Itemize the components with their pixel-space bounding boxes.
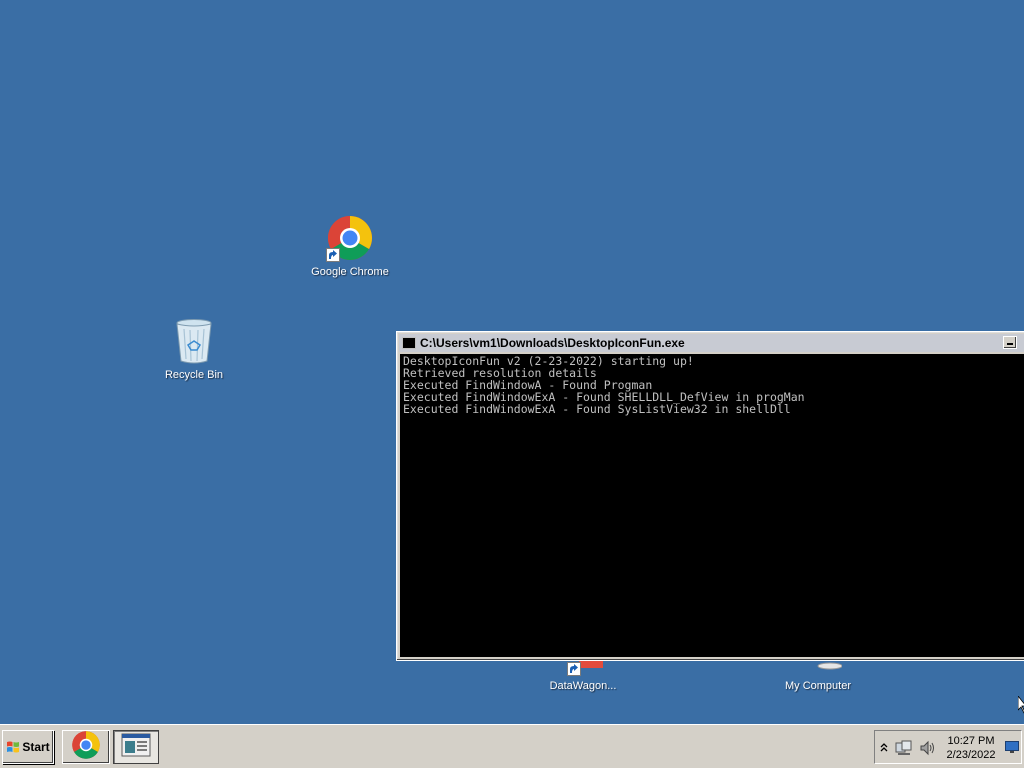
console-output[interactable]: DesktopIconFun v2 (2-23-2022) starting u…: [400, 354, 1024, 657]
clock[interactable]: 10:27 PM 2/23/2022: [939, 734, 1003, 762]
console-window[interactable]: C:\Users\vm1\Downloads\DesktopIconFun.ex…: [396, 331, 1024, 661]
desktop-icon-label: DataWagon...: [549, 680, 617, 692]
console-line: Executed FindWindowExA - Found SysListVi…: [403, 402, 791, 416]
desktop-icon-label: Recycle Bin: [164, 369, 224, 381]
start-button[interactable]: Start: [2, 730, 54, 764]
chrome-icon: [326, 214, 374, 262]
mouse-cursor-icon: [1017, 694, 1024, 719]
chrome-icon: [71, 730, 101, 765]
show-hidden-icons-icon[interactable]: [880, 740, 888, 758]
desktop-icon-recycle-bin[interactable]: Recycle Bin: [139, 317, 249, 381]
desktop-icon-label: Google Chrome: [311, 266, 389, 278]
show-desktop-icon[interactable]: [1005, 740, 1019, 753]
console-app-icon: [402, 337, 416, 349]
volume-icon[interactable]: [919, 740, 937, 761]
system-tray: 10:27 PM 2/23/2022: [874, 730, 1022, 764]
console-window-icon: [121, 733, 151, 762]
clock-date: 2/23/2022: [946, 749, 996, 761]
taskbar-chrome-button[interactable]: [62, 730, 110, 764]
recycle-bin-icon: [170, 317, 218, 365]
minimize-button[interactable]: [1003, 336, 1017, 349]
network-icon[interactable]: [895, 740, 913, 761]
desktop-icon-label: My Computer: [784, 680, 852, 692]
shortcut-arrow-icon: [567, 662, 581, 676]
taskbar: Start 10:27 PM 2/23/2022: [0, 724, 1024, 768]
start-label: Start: [22, 740, 50, 754]
taskbar-console-button[interactable]: [113, 730, 159, 764]
windows-flag-icon: [6, 740, 20, 754]
desktop[interactable]: Google Chrome Recycle Bin DataWagon... M…: [0, 0, 1024, 724]
shortcut-arrow-icon: [326, 248, 340, 262]
console-titlebar[interactable]: C:\Users\vm1\Downloads\DesktopIconFun.ex…: [399, 334, 1024, 352]
console-title: C:\Users\vm1\Downloads\DesktopIconFun.ex…: [420, 336, 685, 350]
clock-time: 10:27 PM: [947, 735, 995, 747]
desktop-icon-google-chrome[interactable]: Google Chrome: [295, 214, 405, 278]
